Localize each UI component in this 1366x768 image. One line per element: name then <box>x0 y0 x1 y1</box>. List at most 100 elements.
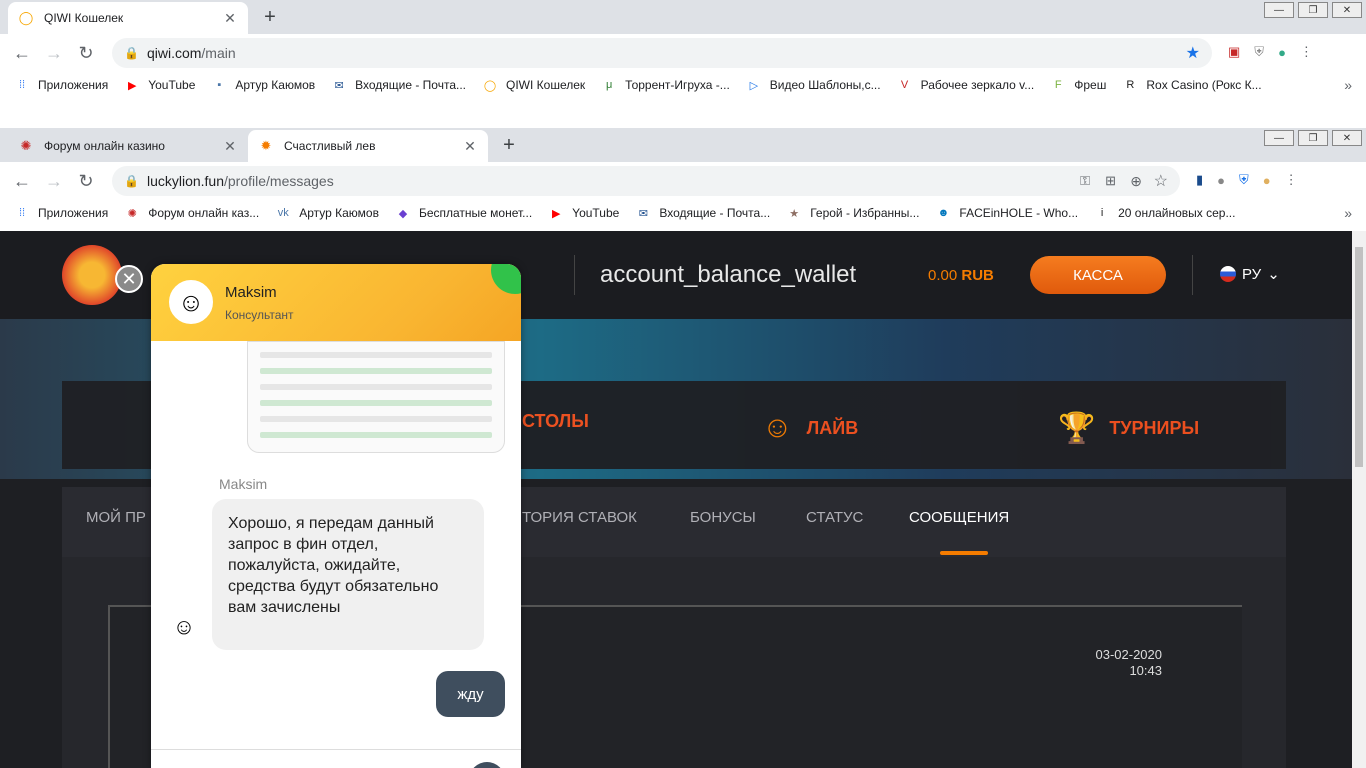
bookmark-star-icon[interactable]: ★ <box>1186 43 1200 63</box>
close-chat-button[interactable]: ✕ <box>115 265 143 293</box>
tab-qiwi[interactable]: ◯ QIWI Кошелек ✕ <box>8 2 248 34</box>
bookmark-item[interactable]: ▪ Артур Каюмов <box>211 77 315 93</box>
bookmark-item[interactable]: ☻ FACEinHOLE - Who... <box>935 205 1079 221</box>
close-window-icon[interactable]: ✕ <box>1332 130 1362 146</box>
adblock-icon[interactable]: ● <box>1217 173 1225 188</box>
restore-icon[interactable]: ❐ <box>1298 130 1328 146</box>
tab-bet-history[interactable]: ТОРИЯ СТАВОК <box>522 509 637 526</box>
bookmarks-bar: ⁞⁞ Приложения ✺ Форум онлайн каз... vk Артур … <box>0 200 1366 226</box>
close-tab-icon[interactable]: ✕ <box>222 138 238 155</box>
bookmark-item[interactable]: i 20 онлайновых сер... <box>1094 205 1236 221</box>
lucky-lion-logo[interactable] <box>62 245 122 305</box>
bookmark-item[interactable]: vk Артур Каюмов <box>275 205 379 221</box>
cashier-button[interactable]: КАССА <box>1030 256 1166 294</box>
restore-icon[interactable]: ❐ <box>1298 2 1328 18</box>
bookmark-item[interactable]: ▶ YouTube <box>548 205 619 221</box>
new-tab-button[interactable]: + <box>497 134 521 157</box>
extension-bookmark-icon[interactable]: ▮ <box>1196 172 1203 188</box>
tab-bonuses[interactable]: БОНУСЫ <box>690 509 756 526</box>
outgoing-message: жду <box>436 671 505 717</box>
bookmark-item[interactable]: ◆ Бесплатные монет... <box>395 205 532 221</box>
apps-grid-icon: ⁞⁞ <box>18 207 26 219</box>
translate-icon[interactable]: ⊞ <box>1105 173 1116 189</box>
scrollbar-thumb[interactable] <box>1355 247 1363 467</box>
bookmark-item[interactable]: ⁞⁞ Приложения <box>14 77 108 93</box>
chat-input-divider <box>151 749 521 750</box>
language-selector[interactable]: РУ ⌄ <box>1220 265 1280 283</box>
youtube-icon: ▶ <box>127 79 137 92</box>
back-icon[interactable]: ← <box>6 43 38 64</box>
bookmark-item[interactable]: μ Торрент-Игруха -... <box>601 77 730 93</box>
minimize-icon[interactable]: — <box>1264 2 1294 18</box>
nav-tables[interactable]: СТОЛЫ <box>522 411 589 432</box>
incoming-message: Хорошо, я передам данный запрос в фин от… <box>212 499 484 650</box>
address-bar[interactable]: 🔒 qiwi.com/main ★ <box>112 38 1212 68</box>
bookmark-item[interactable]: ▶ YouTube <box>124 77 195 93</box>
tab-casino-forum[interactable]: ✺ Форум онлайн казино ✕ <box>8 130 248 162</box>
new-tab-button[interactable]: + <box>258 6 282 29</box>
bookmark-item[interactable]: ✉ Входящие - Почта... <box>635 205 771 221</box>
profile-avatar[interactable]: ● <box>1263 173 1271 188</box>
more-bookmarks-icon[interactable]: » <box>1344 205 1352 221</box>
nav-label: СТОЛЫ <box>522 411 589 431</box>
attached-screenshot[interactable] <box>247 341 505 453</box>
bookmark-label: QIWI Кошелек <box>506 78 586 92</box>
menu-kebab-icon[interactable]: ⋮ <box>1285 172 1298 188</box>
extension-shield-icon[interactable]: ⛨ <box>1239 172 1249 188</box>
tab-messages[interactable]: СООБЩЕНИЯ <box>909 509 1009 526</box>
trophy-icon: 🏆 <box>1058 412 1096 445</box>
reload-icon[interactable]: ↻ <box>70 43 102 64</box>
page-scrollbar[interactable] <box>1352 231 1366 768</box>
minimize-icon[interactable]: — <box>1264 130 1294 146</box>
mail-icon: ✉ <box>638 207 648 220</box>
bookmark-item[interactable]: ✉ Входящие - Почта... <box>331 77 467 93</box>
bookmark-item[interactable]: ✺ Форум онлайн каз... <box>124 205 260 221</box>
mail-icon: ✉ <box>334 79 344 92</box>
bookmark-item[interactable]: V Рабочее зеркало v... <box>897 77 1034 93</box>
forward-icon[interactable]: → <box>38 43 70 64</box>
bookmark-item[interactable]: F Фреш <box>1050 77 1106 93</box>
fresh-icon: F <box>1054 79 1062 91</box>
support-chat-widget: ☺ Maksim Консультант Maksim Хорошо, я пе… <box>151 264 521 768</box>
bookmark-item[interactable]: R Rox Casino (Рокс К... <box>1122 77 1261 93</box>
bookmark-label: Форум онлайн каз... <box>148 206 260 220</box>
tab-lucky-lion[interactable]: ✹ Счастливый лев ✕ <box>248 130 488 162</box>
close-tab-icon[interactable]: ✕ <box>462 138 478 155</box>
more-bookmarks-icon[interactable]: » <box>1344 77 1352 93</box>
nav-tournaments[interactable]: 🏆 ТУРНИРЫ <box>1058 411 1199 446</box>
forward-icon[interactable]: → <box>38 171 70 192</box>
live-dealer-icon: ☺ <box>762 411 793 444</box>
agent-role: Консультант <box>225 308 294 322</box>
nav-live[interactable]: ☺ ЛАЙВ <box>762 411 858 445</box>
bookmark-item[interactable]: ▷ Видео Шаблоны,с... <box>746 77 881 93</box>
tab-status[interactable]: СТАТУС <box>806 509 863 526</box>
menu-kebab-icon[interactable]: ⋮ <box>1300 44 1313 60</box>
bookmark-label: Входящие - Почта... <box>659 206 771 220</box>
close-tab-icon[interactable]: ✕ <box>222 10 238 27</box>
tab-my-profile[interactable]: МОЙ ПР <box>86 509 146 526</box>
bookmark-label: Входящие - Почта... <box>355 78 467 92</box>
bookmark-star-icon[interactable]: ☆ <box>1154 171 1168 191</box>
bookmark-label: Видео Шаблоны,с... <box>769 78 881 92</box>
bookmark-item[interactable]: ◯ QIWI Кошелек <box>482 77 585 93</box>
zoom-icon[interactable]: ⊕ <box>1130 173 1142 190</box>
bookmark-label: FACEinHOLE - Who... <box>959 206 1079 220</box>
back-icon[interactable]: ← <box>6 171 38 192</box>
message-timestamp: 03-02-2020 10:43 <box>1096 647 1163 679</box>
bookmark-item[interactable]: ★ Герой - Избранны... <box>786 205 919 221</box>
russia-flag-icon <box>1220 266 1236 282</box>
itc-icon: i <box>1100 207 1104 219</box>
address-bar[interactable]: 🔒 luckylion.fun/profile/messages ⚿ ⊞ ⊕ ☆ <box>112 166 1180 196</box>
coin-icon: ◆ <box>398 207 408 220</box>
extension-red-icon[interactable]: ▣ <box>1228 44 1240 60</box>
balance-currency: RUB <box>961 267 994 284</box>
bookmark-item[interactable]: ⁞⁞ Приложения <box>14 205 108 221</box>
extension-shield-icon[interactable]: ⛨ <box>1254 44 1264 60</box>
tab-title: QIWI Кошелек <box>44 11 124 25</box>
send-button[interactable] <box>469 762 505 768</box>
profile-avatar[interactable]: ● <box>1278 45 1286 60</box>
close-window-icon[interactable]: ✕ <box>1332 2 1362 18</box>
reload-icon[interactable]: ↻ <box>70 171 102 192</box>
key-icon[interactable]: ⚿ <box>1080 173 1090 189</box>
online-status-indicator <box>491 264 521 294</box>
